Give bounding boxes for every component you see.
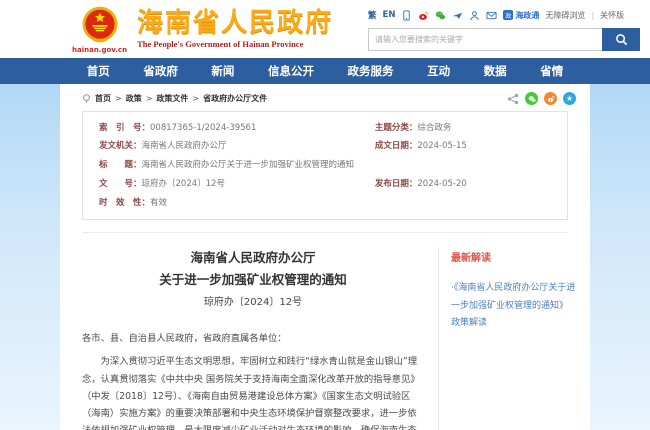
haizhengtong-badge[interactable]: 政 海政通 xyxy=(503,10,539,21)
meta-category-label: 主题分类： xyxy=(375,123,418,135)
search-icon xyxy=(615,33,628,46)
nav-item-interaction[interactable]: 互动 xyxy=(427,63,450,79)
share-wechat-icon[interactable] xyxy=(525,92,538,105)
page-background: 首页 > 政策 > 政策文件 > 省政府办公厅文件 ★ xyxy=(0,84,650,430)
wechat-icon[interactable] xyxy=(435,10,446,21)
meta-title-value: 海南省人民政府办公厅关于进一步加强矿业权管理的通知 xyxy=(142,160,355,172)
content-panel: 首页 > 政策 > 政策文件 > 省政府办公厅文件 ★ xyxy=(60,84,590,430)
article-title-line1: 海南省人民政府办公厅 xyxy=(82,247,424,269)
site-logo[interactable]: hainan.gov.cn xyxy=(72,5,127,54)
utility-divider: | xyxy=(591,11,594,20)
meta-date-written-value: 2024-05-15 xyxy=(417,141,466,153)
nav-item-services[interactable]: 政务服务 xyxy=(348,63,394,79)
breadcrumb-home[interactable]: 首页 xyxy=(95,93,111,104)
lang-en-link[interactable]: EN xyxy=(383,10,396,20)
site-header: hainan.gov.cn 海南省人民政府 The People's Gover… xyxy=(0,0,650,58)
breadcrumb-policy[interactable]: 政策 xyxy=(126,93,142,104)
article-paragraph-salutation: 各市、县、自治县人民政府，省政府直属各单位： xyxy=(82,330,424,347)
meta-issuer-value: 海南省人民政府办公厅 xyxy=(142,141,227,153)
search-button[interactable] xyxy=(602,28,640,51)
document-meta-table: 索 引 号：00817365-1/2024-39561 主题分类：综合政务 发文… xyxy=(82,111,568,220)
sidebar-heading: 最新解读 xyxy=(451,249,576,264)
lang-traditional-link[interactable]: 繁 xyxy=(368,9,377,21)
meta-date-pub-value: 2024-05-20 xyxy=(417,179,466,191)
breadcrumb: 首页 > 政策 > 政策文件 > 省政府办公厅文件 xyxy=(82,93,507,104)
article-doc-number: 琼府办〔2024〕12号 xyxy=(82,293,424,308)
site-domain: hainan.gov.cn xyxy=(72,46,127,54)
national-emblem-icon xyxy=(80,5,120,45)
site-subtitle: The People's Government of Hainan Provin… xyxy=(137,39,333,49)
nav-item-home[interactable]: 首页 xyxy=(87,63,110,79)
article: 海南省人民政府办公厅 关于进一步加强矿业权管理的通知 琼府办〔2024〕12号 … xyxy=(82,247,438,430)
meta-issuer-label: 发文机关： xyxy=(99,141,142,153)
mobile-icon[interactable] xyxy=(401,10,412,21)
meta-date-written-label: 成文日期： xyxy=(375,141,418,153)
nav-item-provincial-gov[interactable]: 省政府 xyxy=(143,63,178,79)
breadcrumb-policy-files[interactable]: 政策文件 xyxy=(156,93,188,104)
share-icon[interactable] xyxy=(507,93,519,105)
nav-item-news[interactable]: 新闻 xyxy=(211,63,234,79)
latest-interpretation-sidebar: 最新解读 ·《海南省人民政府办公厅关于进一步加强矿业权管理的通知》政策解读 xyxy=(438,247,576,430)
meta-validity-value: 有效 xyxy=(150,198,167,210)
meta-doc-no-label: 文 号： xyxy=(99,179,142,191)
nav-item-info-disclosure[interactable]: 信息公开 xyxy=(268,63,314,79)
care-version-link[interactable]: 关怀版 xyxy=(600,10,624,21)
site-title: 海南省人民政府 xyxy=(137,9,333,38)
user-icon[interactable] xyxy=(469,10,480,21)
meta-category-value: 综合政务 xyxy=(417,123,451,135)
nav-item-data[interactable]: 数据 xyxy=(484,63,507,79)
meta-date-pub-label: 发布日期： xyxy=(375,179,418,191)
search-input[interactable] xyxy=(368,28,602,51)
haizhengtong-icon: 政 xyxy=(503,10,513,20)
meta-index-label: 索 引 号： xyxy=(99,123,150,135)
breadcrumb-office-files[interactable]: 省政府办公厅文件 xyxy=(203,93,267,104)
main-nav: 首页 省政府 新闻 信息公开 政务服务 互动 数据 省情 xyxy=(0,58,650,84)
share-qzone-icon[interactable]: ★ xyxy=(563,92,576,105)
meta-doc-no-value: 琼府办〔2024〕12号 xyxy=(142,179,225,191)
location-pin-icon xyxy=(82,94,91,104)
mail-icon[interactable] xyxy=(486,10,497,21)
sidebar-interpretation-link[interactable]: ·《海南省人民政府办公厅关于进一步加强矿业权管理的通知》政策解读 xyxy=(451,280,576,331)
share-weibo-icon[interactable] xyxy=(544,92,557,105)
weibo-icon[interactable] xyxy=(418,10,429,21)
meta-title-label: 标 题： xyxy=(99,160,142,172)
accessibility-link[interactable]: 无障碍浏览 xyxy=(545,10,585,21)
article-paragraph-intro: 为深入贯彻习近平生态文明思想，牢固树立和践行“绿水青山就是金山银山”理念，认真贯… xyxy=(82,353,424,430)
meta-validity-label: 时 效 性： xyxy=(99,198,150,210)
nav-item-province-profile[interactable]: 省情 xyxy=(540,63,563,79)
app-client-icon[interactable] xyxy=(452,10,463,21)
meta-index-value: 00817365-1/2024-39561 xyxy=(150,123,256,135)
article-title-line2: 关于进一步加强矿业权管理的通知 xyxy=(82,269,424,291)
